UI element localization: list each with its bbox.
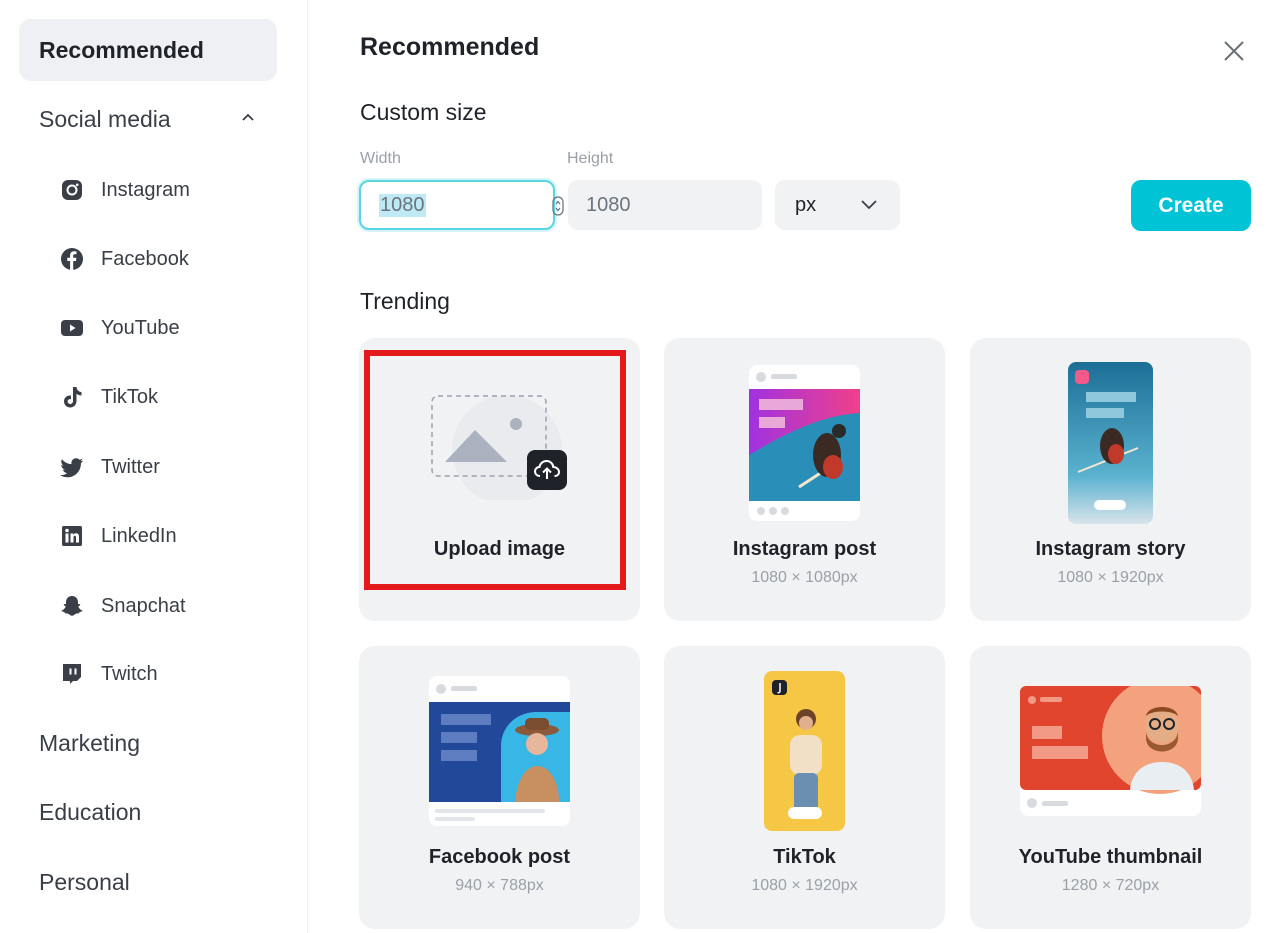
upload-cloud-icon — [527, 450, 567, 490]
sidebar-item-youtube[interactable]: YouTube — [58, 308, 180, 348]
tiktok-icon — [58, 383, 86, 411]
height-input[interactable]: 1080 — [568, 180, 762, 230]
height-label: Height — [567, 150, 614, 167]
unit-value: px — [795, 193, 817, 216]
youtube-icon — [58, 314, 86, 342]
width-value: 1080 — [379, 193, 426, 217]
sidebar-item-label: Education — [39, 798, 142, 825]
card-size: 1080 × 1080px — [751, 569, 858, 586]
sidebar-item-label: Instagram — [101, 178, 190, 201]
instagram-icon — [58, 176, 86, 204]
chevron-down-icon — [861, 200, 877, 210]
youtube-thumbnail-card[interactable]: YouTube thumbnail 1280 × 720px — [970, 646, 1251, 929]
card-title: Facebook post — [428, 846, 571, 868]
custom-size-heading: Custom size — [360, 99, 487, 125]
instagram-post-card[interactable]: Instagram post 1080 × 1080px — [664, 338, 945, 621]
sidebar-item-label: Twitter — [101, 455, 160, 478]
width-label: Width — [360, 150, 401, 167]
sidebar-item-label: Marketing — [39, 729, 140, 756]
card-title: TikTok — [773, 846, 836, 868]
card-title: Instagram story — [1035, 538, 1186, 560]
sidebar-item-label: Facebook — [101, 247, 189, 270]
card-title: Instagram post — [732, 538, 877, 560]
sidebar-item-twitch[interactable]: Twitch — [58, 654, 158, 694]
card-title: Upload image — [433, 538, 566, 560]
sidebar-item-personal[interactable]: Personal — [19, 851, 277, 913]
sidebar-item-label: LinkedIn — [101, 524, 177, 547]
sidebar-item-education[interactable]: Education — [19, 781, 277, 843]
sidebar: Recommended Social media Instagram Faceb… — [0, 0, 308, 933]
sidebar-item-label: Twitch — [101, 662, 158, 685]
card-size: 1080 × 1920px — [751, 877, 858, 894]
facebook-post-thumbnail — [429, 676, 570, 826]
sidebar-item-label: YouTube — [101, 316, 180, 339]
card-size: 1280 × 720px — [1061, 877, 1160, 894]
sidebar-item-facebook[interactable]: Facebook — [58, 239, 189, 279]
tiktok-card[interactable]: TikTok 1080 × 1920px — [664, 646, 945, 929]
instagram-post-thumbnail — [749, 365, 860, 521]
sidebar-item-label: Personal — [39, 868, 130, 895]
chevron-up-icon[interactable] — [241, 110, 255, 124]
sidebar-item-label: Snapchat — [101, 594, 186, 617]
snapchat-icon — [58, 592, 86, 620]
page-title: Recommended — [360, 33, 540, 61]
sidebar-item-linkedin[interactable]: LinkedIn — [58, 516, 177, 556]
width-input[interactable]: 1080 — [359, 180, 555, 230]
linkedin-icon — [58, 522, 86, 550]
close-icon[interactable] — [1221, 38, 1247, 64]
card-size: 940 × 788px — [455, 877, 544, 894]
sidebar-item-instagram[interactable]: Instagram — [58, 170, 190, 210]
sidebar-item-marketing[interactable]: Marketing — [19, 712, 277, 774]
sidebar-item-label: Social media — [39, 105, 171, 132]
height-value: 1080 — [586, 193, 631, 216]
tiktok-thumbnail — [764, 671, 845, 831]
card-title: YouTube thumbnail — [1018, 846, 1203, 868]
main-panel: Recommended Custom size Width Height 108… — [309, 0, 1285, 933]
sidebar-item-social-media[interactable]: Social media — [19, 88, 277, 150]
instagram-story-card[interactable]: Instagram story 1080 × 1920px — [970, 338, 1251, 621]
unit-select[interactable]: px — [775, 180, 900, 230]
sidebar-item-label: Recommended — [39, 36, 204, 63]
youtube-thumbnail-preview — [1020, 686, 1201, 816]
sidebar-item-snapchat[interactable]: Snapchat — [58, 586, 186, 626]
create-button[interactable]: Create — [1131, 180, 1251, 231]
sidebar-item-recommended[interactable]: Recommended — [19, 19, 277, 81]
trending-heading: Trending — [360, 288, 450, 314]
upload-image-card[interactable]: Upload image — [359, 338, 640, 621]
sidebar-item-tiktok[interactable]: TikTok — [58, 377, 158, 417]
facebook-post-card[interactable]: Facebook post 940 × 788px — [359, 646, 640, 929]
twitter-icon — [58, 453, 86, 481]
card-size: 1080 × 1920px — [1057, 569, 1164, 586]
sidebar-item-twitter[interactable]: Twitter — [58, 447, 160, 487]
instagram-story-thumbnail — [1068, 362, 1153, 524]
facebook-icon — [58, 245, 86, 273]
sidebar-item-label: TikTok — [101, 385, 159, 408]
stepper-icon[interactable] — [552, 196, 564, 216]
twitch-icon — [58, 660, 86, 688]
